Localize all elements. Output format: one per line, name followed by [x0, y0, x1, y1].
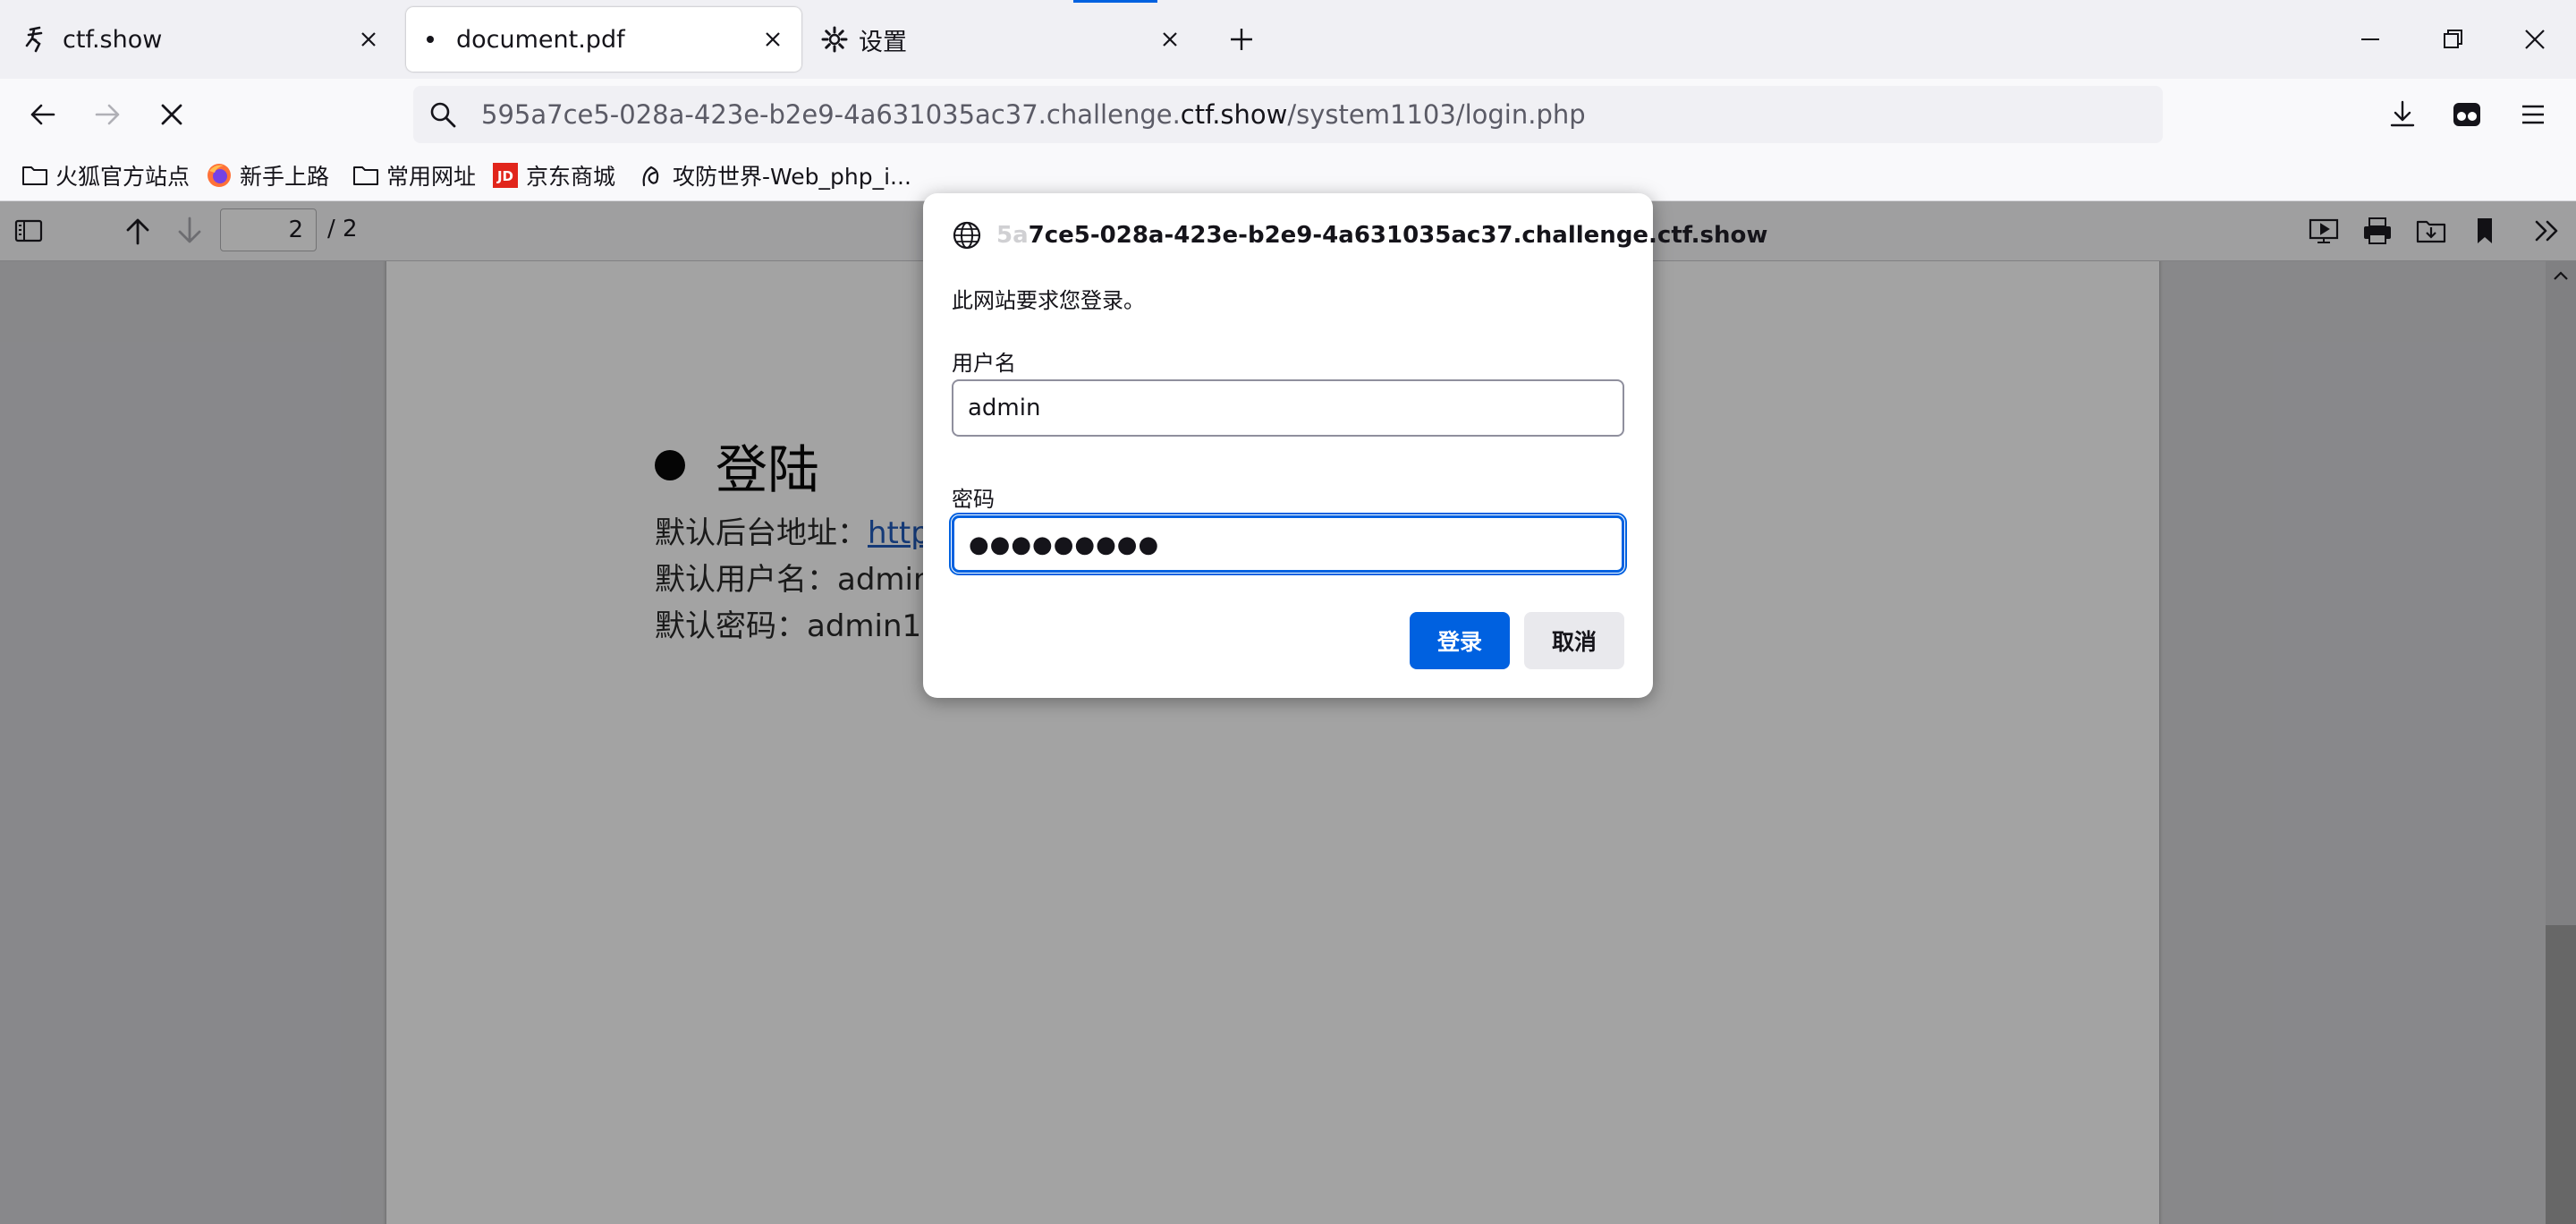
jd-icon: JD — [492, 162, 519, 189]
close-tab-icon[interactable] — [356, 27, 381, 52]
tab-loading-indicator — [1073, 0, 1157, 3]
dot-icon — [417, 26, 444, 53]
adworld-icon — [639, 162, 665, 189]
close-tab-icon[interactable] — [1157, 27, 1182, 52]
dialog-message: 此网站要求您登录。 — [952, 288, 1145, 313]
bookmark-common-sites[interactable]: 常用网址 — [352, 159, 476, 191]
tab-document-pdf[interactable]: document.pdf — [406, 7, 801, 72]
bookmark-firefox-official[interactable]: 火狐官方站点 — [21, 159, 190, 191]
password-input[interactable]: ●●●●●●●●● — [949, 513, 1627, 575]
username-label: 用户名 — [952, 351, 1016, 376]
minimize-icon[interactable] — [2352, 21, 2388, 57]
svg-text:JD: JD — [496, 168, 513, 184]
tab-strip: ctf.show document.pdf 设置 — [0, 0, 2576, 79]
tab-label: document.pdf — [456, 25, 625, 54]
username-input[interactable]: admin — [952, 379, 1624, 437]
gear-icon — [821, 26, 848, 53]
bookmark-label: 新手上路 — [240, 164, 330, 190]
bookmark-adworld[interactable]: 攻防世界-Web_php_i... — [639, 159, 911, 191]
downloads-icon[interactable] — [2385, 97, 2420, 132]
bookmark-label: 常用网址 — [386, 164, 477, 190]
tab-label: 设置 — [859, 28, 907, 56]
close-window-icon[interactable] — [2517, 21, 2553, 57]
new-tab-plus-icon[interactable] — [1225, 23, 1258, 55]
cancel-button[interactable]: 取消 — [1524, 612, 1624, 669]
login-button[interactable]: 登录 — [1410, 612, 1510, 669]
dialog-origin: 5a 7ce5-028a-423e-b2e9-4a631035ac37.chall… — [952, 220, 1767, 251]
restore-icon[interactable] — [2435, 21, 2470, 57]
stop-loading-icon[interactable] — [154, 97, 190, 132]
bookmark-label: 火狐官方站点 — [55, 164, 191, 190]
folder-icon — [352, 162, 379, 189]
menu-hamburger-icon[interactable] — [2515, 97, 2551, 132]
bookmark-label: 京东商城 — [526, 164, 616, 190]
url-text: 595a7ce5-028a-423e-b2e9-4a631035ac37.cha… — [481, 99, 1586, 130]
folder-icon — [21, 162, 48, 189]
search-icon — [428, 99, 458, 130]
bookmark-label: 攻防世界-Web_php_i... — [673, 164, 911, 190]
navigation-toolbar: 595a7ce5-028a-423e-b2e9-4a631035ac37.cha… — [0, 79, 2576, 150]
tab-ctfshow[interactable]: ctf.show — [7, 7, 397, 72]
globe-icon — [952, 220, 982, 251]
firefox-icon — [206, 162, 233, 189]
extension-icon[interactable] — [2449, 97, 2485, 132]
tab-label: ctf.show — [63, 25, 163, 54]
bookmark-jd[interactable]: JD 京东商城 — [492, 159, 615, 191]
ctfshow-logo-icon — [21, 26, 48, 53]
back-arrow-icon[interactable] — [25, 97, 61, 132]
tab-settings[interactable]: 设置 — [809, 7, 1199, 72]
http-auth-dialog: 5a 7ce5-028a-423e-b2e9-4a631035ac37.chall… — [923, 193, 1767, 698]
bookmark-getting-started[interactable]: 新手上路 — [206, 159, 329, 191]
address-bar[interactable]: 595a7ce5-028a-423e-b2e9-4a631035ac37.cha… — [413, 86, 2163, 143]
close-tab-icon[interactable] — [760, 27, 785, 52]
password-label: 密码 — [952, 487, 995, 512]
forward-arrow-icon[interactable] — [89, 97, 125, 132]
